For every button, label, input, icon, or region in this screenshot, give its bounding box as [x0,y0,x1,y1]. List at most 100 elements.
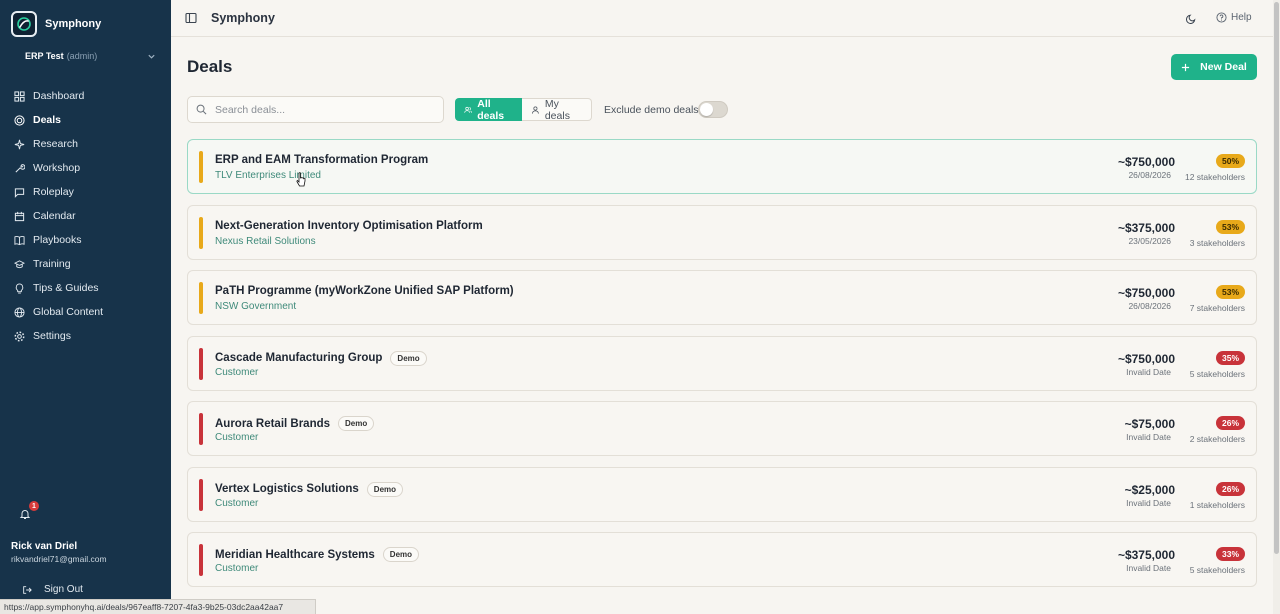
sidebar-item-deals[interactable]: Deals [0,108,171,132]
sign-out-button[interactable]: Sign Out [22,584,83,595]
moon-icon[interactable] [1186,13,1197,24]
deal-close-date: 26/08/2026 [1128,301,1171,311]
sidebar-item-workshop[interactable]: Workshop [0,156,171,180]
deal-status-bar [199,478,203,511]
sidebar-item-label: Deals [33,114,62,126]
deal-name-row: ERP and EAM Transformation Program [215,154,428,166]
gear-icon [14,331,25,341]
workspace-name: ERP Test [25,51,64,61]
deal-close-date: Invalid Date [1126,432,1171,442]
deal-company: Customer [215,497,259,509]
brand[interactable]: Symphony [11,11,101,37]
deal-name-row: Meridian Healthcare Systems Demo [215,547,420,562]
sparkles-icon [14,139,25,149]
topbar: Symphony Help [171,0,1273,37]
sidebar-item-settings[interactable]: Settings [0,324,171,348]
app-title: Symphony [211,11,275,25]
deal-name: PaTH Programme (myWorkZone Unified SAP P… [215,285,514,297]
sidebar-item-roleplay[interactable]: Roleplay [0,180,171,204]
sidebar-item-label: Tips & Guides [33,282,99,294]
all-deals-button[interactable]: All deals [455,97,522,122]
deal-stakeholders: 5 stakeholders [1189,368,1245,379]
sidebar-item-global-content[interactable]: Global Content [0,300,171,324]
deal-card[interactable]: PaTH Programme (myWorkZone Unified SAP P… [187,270,1257,325]
deal-name-row: Vertex Logistics Solutions Demo [215,481,404,497]
deal-card[interactable]: Cascade Manufacturing Group Demo Custome… [187,335,1257,391]
search-field[interactable] [187,96,444,123]
calendar-icon [14,211,25,221]
deal-status-bar [199,216,203,249]
sidebar-item-training[interactable]: Training [0,252,171,276]
deal-close-date: 23/05/2026 [1128,235,1171,246]
sidebar-item-label: Dashboard [33,90,85,102]
deal-probability-badge: 53% [1215,285,1245,299]
log-out-icon [23,585,32,594]
status-bar-url: https://app.symphonyhq.ai/deals/967eaff8… [0,599,316,614]
deal-company: Customer [215,366,259,378]
deal-stakeholders: 12 stakeholders [1184,172,1245,182]
deal-company: Customer [215,563,259,574]
sidebar-item-label: Research [33,138,78,150]
deal-status-bar [199,282,203,314]
deal-amount: ~$75,000 [1124,417,1175,431]
deal-name-row: PaTH Programme (myWorkZone Unified SAP P… [215,285,514,297]
sidebar-item-label: Playbooks [33,234,82,246]
deal-name: Cascade Manufacturing Group [215,352,383,364]
deal-amount: ~$750,000 [1117,286,1175,300]
deal-name: Meridian Healthcare Systems [215,548,375,561]
deal-close-date: 26/08/2026 [1128,170,1171,180]
deal-name: Next-Generation Inventory Optimisation P… [215,219,483,232]
search-input[interactable] [215,103,435,116]
my-deals-label: My deals [544,97,570,122]
deal-amount: ~$375,000 [1117,548,1175,562]
deal-card[interactable]: Vertex Logistics Solutions Demo Customer… [187,466,1257,522]
sidebar-item-research[interactable]: Research [0,132,171,156]
sidebar-item-label: Global Content [33,306,104,318]
new-deal-button[interactable]: New Deal [1171,54,1257,80]
deal-card[interactable]: Meridian Healthcare Systems Demo Custome… [187,532,1257,587]
deal-name: Aurora Retail Brands [215,417,331,430]
deal-probability-badge: 50% [1215,154,1245,168]
deal-card[interactable]: Aurora Retail Brands Demo Customer ~$75,… [187,401,1257,456]
deal-status-bar [199,413,203,445]
deal-stakeholders: 2 stakeholders [1189,434,1245,444]
sidebar-item-calendar[interactable]: Calendar [0,204,171,228]
deal-status-bar [199,151,203,183]
deal-stakeholders: 7 stakeholders [1189,303,1245,313]
deal-probability-badge: 53% [1215,219,1245,234]
bell-icon[interactable] [19,508,31,520]
demo-badge: Demo [338,416,375,431]
sidebar-item-playbooks[interactable]: Playbooks [0,228,171,252]
toggle-knob [700,103,713,116]
deal-stakeholders: 5 stakeholders [1189,565,1245,575]
deal-amount: ~$750,000 [1117,351,1175,366]
deal-probability-badge: 35% [1215,350,1245,365]
exclude-demo-toggle[interactable] [698,101,728,118]
scrollbar-thumb[interactable] [1274,2,1279,554]
help-button[interactable]: Help [1216,12,1252,23]
user-email: rikvandriel71@gmail.com [11,554,107,564]
notification-badge: 1 [29,501,39,511]
deal-name-row: Next-Generation Inventory Optimisation P… [215,220,483,232]
sidebar-item-label: Workshop [33,162,81,174]
deal-name-row: Cascade Manufacturing Group Demo [215,350,427,366]
deal-card[interactable]: Next-Generation Inventory Optimisation P… [187,204,1257,260]
sidebar-toggle-icon[interactable] [185,12,197,24]
page-scrollbar[interactable] [1273,0,1280,614]
sidebar-item-label: Settings [33,330,71,342]
demo-badge: Demo [390,350,427,366]
deal-card[interactable]: ERP and EAM Transformation Program TLV E… [187,139,1257,194]
all-deals-label: All deals [477,97,505,122]
wrench-icon [15,163,25,173]
graduation-cap-icon [14,259,25,268]
sidebar-nav: Dashboard Deals Research Workshop Rolepl… [0,84,171,348]
search-icon [196,104,207,115]
demo-badge: Demo [366,481,404,497]
sidebar-item-label: Training [33,258,71,270]
help-label: Help [1231,12,1252,23]
sidebar-item-tips-guides[interactable]: Tips & Guides [0,276,171,300]
chat-icon [14,187,25,198]
sidebar-item-dashboard[interactable]: Dashboard [0,84,171,108]
workspace-switcher[interactable]: ERP Test (admin) [14,47,160,65]
my-deals-button[interactable]: My deals [522,97,592,122]
